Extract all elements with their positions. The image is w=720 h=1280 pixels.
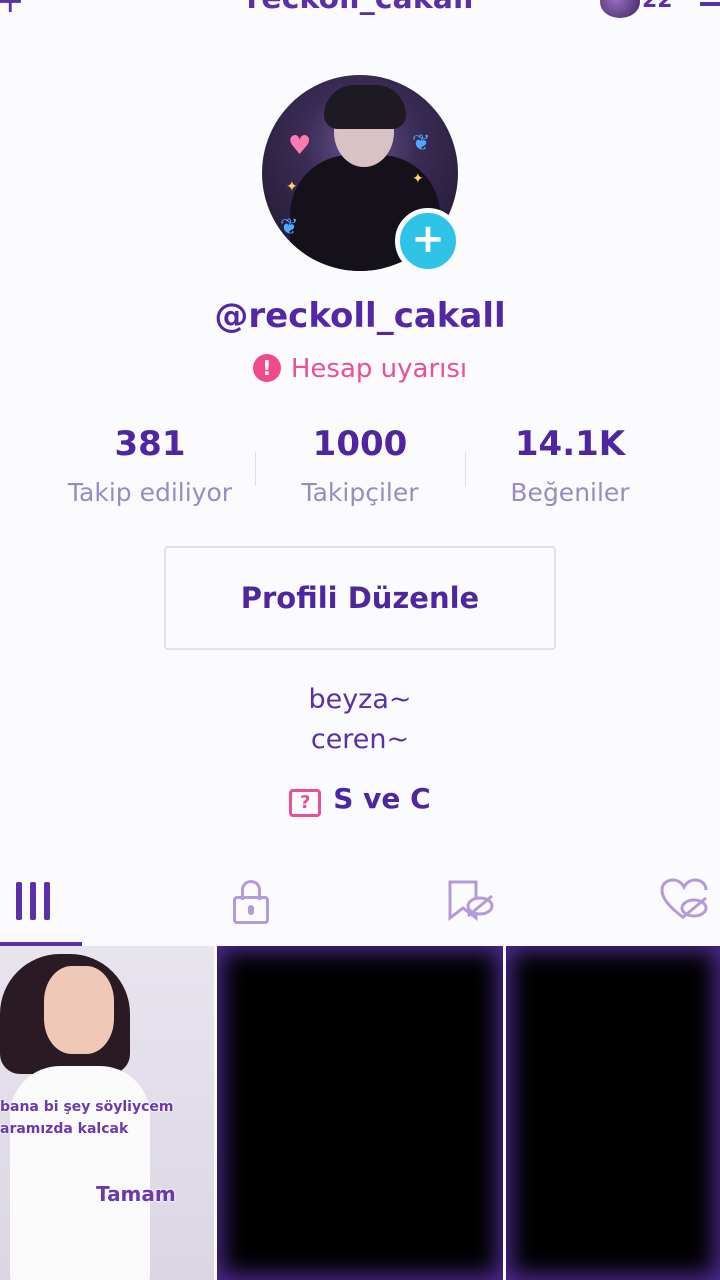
grid-icon [16, 882, 22, 920]
menu-icon[interactable] [700, 0, 720, 6]
stat-likes[interactable]: 14.1K Beğeniler [465, 422, 675, 507]
top-avatar[interactable] [600, 0, 640, 18]
top-bar: + reckoll_cakall 22 [0, 0, 720, 22]
video-grid: bana bi şey söyliycem aramızda kalcak Ta… [0, 946, 720, 1280]
bio-line: ceren~ [310, 724, 410, 755]
sparkle-icon: ✦ [412, 171, 424, 187]
account-warning[interactable]: ! Hesap uyarısı [0, 354, 720, 384]
warning-icon: ! [252, 354, 281, 382]
heart-sticker-icon: ♥ [288, 131, 312, 161]
bookmark-hidden-icon [448, 880, 494, 922]
video-thumbnail[interactable]: bana bi şey söyliycem aramızda kalcak Ta… [0, 946, 214, 1280]
stat-following-label: Takip ediliyor [67, 478, 233, 507]
edit-profile-button[interactable]: Profili Düzenle [164, 546, 556, 650]
tab-saved-hidden[interactable] [446, 878, 496, 924]
tab-private[interactable] [230, 878, 280, 924]
bitmoji-face [44, 966, 114, 1054]
bio-line: beyza~ [308, 684, 412, 715]
video-thumbnail[interactable] [217, 946, 503, 1280]
stat-likes-value: 14.1K [514, 424, 626, 464]
notification-count[interactable]: 22 [642, 0, 673, 13]
butterfly-icon: ❦ [280, 215, 299, 240]
video-thumbnail[interactable] [506, 946, 720, 1280]
profile-username: @reckoll_cakall [214, 296, 506, 336]
qa-link[interactable]: ? S ve C [0, 782, 720, 817]
video-caption-line: aramızda kalcak [0, 1121, 129, 1137]
butterfly-icon: ❦ [412, 131, 431, 156]
video-caption-line: bana bi şey söyliycem [0, 1099, 174, 1115]
sparkle-icon: ✦ [286, 179, 298, 195]
heart-hidden-icon [660, 878, 708, 920]
profile-bio: beyza~ ceren~ [0, 680, 720, 760]
stat-followers-value: 1000 [312, 424, 408, 464]
tab-liked-hidden[interactable] [660, 878, 710, 924]
grid-icon-bar [30, 882, 36, 920]
stat-likes-label: Beğeniler [510, 478, 630, 507]
lock-icon-body [233, 896, 269, 924]
qa-label: S ve C [333, 782, 431, 815]
stat-followers-label: Takipçiler [301, 478, 419, 507]
stat-following-value: 381 [114, 424, 186, 464]
profile-tabs [0, 870, 720, 946]
add-photo-button[interactable]: + [395, 208, 461, 274]
question-icon: ? [289, 789, 322, 817]
video-caption: bana bi şey söyliycem aramızda kalcak [0, 1096, 173, 1140]
grid-icon-bar [44, 882, 50, 920]
stat-followers[interactable]: 1000 Takipçiler [255, 422, 465, 507]
avatar-hat [324, 85, 406, 129]
tab-videos[interactable] [12, 878, 62, 924]
stat-following[interactable]: 381 Takip ediliyor [45, 422, 255, 507]
video-tag: Tamam [96, 1182, 176, 1206]
account-warning-label: Hesap uyarısı [290, 354, 468, 384]
